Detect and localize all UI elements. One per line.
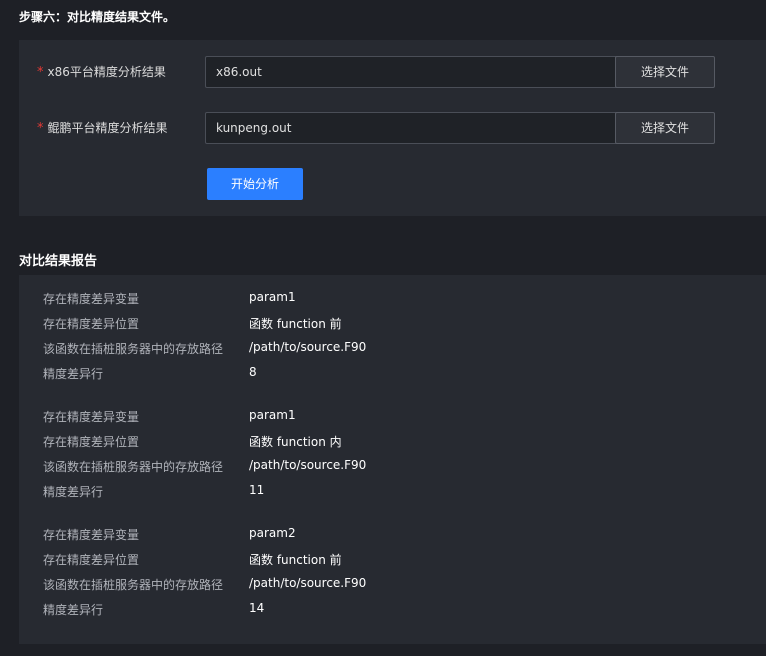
kunpeng-select-file-button[interactable]: 选择文件: [615, 112, 715, 144]
report-item: 精度差异行 14: [19, 597, 766, 622]
report-key: 该函数在插桩服务器中的存放路径: [43, 342, 224, 356]
report-item: 该函数在插桩服务器中的存放路径/path/to/source.F90: [19, 336, 766, 361]
file-select-form: *x86平台精度分析结果 选择文件 *鲲鹏平台精度分析结果 选择文件 开始分析: [19, 40, 766, 216]
x86-result-label: * x86平台精度分析结果: [37, 63, 166, 80]
report-item: 精度差异行 11: [19, 479, 766, 504]
kunpeng-result-label: * 鲲鹏平台精度分析结果: [37, 119, 168, 136]
x86-result-label-text: x86平台精度分析结果: [47, 65, 166, 79]
report-value: param1: [249, 408, 296, 422]
report-item: 存在精度差异变量 param2: [19, 522, 766, 547]
report-group: 存在精度差异变量 param1 存在精度差异位置 函数 function 内 该函数…: [19, 404, 766, 504]
report-item: 存在精度差异位置 函数 function 前: [19, 311, 766, 336]
report-key: 该函数在插桩服务器中的存放路径: [43, 460, 224, 474]
report-group: 存在精度差异变量 param1 存在精度差异位置 函数 function 前 该函数…: [19, 286, 766, 386]
x86-result-row: *x86平台精度分析结果 选择文件: [19, 56, 766, 88]
report-value: 11: [249, 483, 265, 497]
report-item: 该函数在插桩服务器中的存放路径/path/to/source.F90: [19, 572, 766, 597]
report-key: 存在精度差异位置: [43, 317, 140, 331]
report-key: 存在精度差异位置: [43, 553, 140, 567]
report-key: 存在精度差异变量: [43, 528, 140, 542]
report-value: param2: [249, 526, 296, 540]
report-value: 8: [249, 365, 257, 379]
report-item: 存在精度差异位置 函数 function 前: [19, 547, 766, 572]
report-panel: 存在精度差异变量 param1 存在精度差异位置 函数 function 前 该函数…: [19, 275, 766, 644]
report-value: param1: [249, 290, 296, 304]
start-analysis-button[interactable]: 开始分析: [207, 168, 303, 200]
report-key: 精度差异行: [43, 485, 104, 499]
report-value: /path/to/source.F90: [249, 576, 367, 590]
kunpeng-result-row: *鲲鹏平台精度分析结果 选择文件: [19, 112, 766, 144]
report-key: 存在精度差异变量: [43, 410, 140, 424]
report-item: 存在精度差异变量 param1: [19, 404, 766, 429]
report-group: 存在精度差异变量 param2 存在精度差异位置 函数 function 前 该函数…: [19, 522, 766, 622]
required-mark: *: [37, 65, 44, 80]
report-value: /path/to/source.F90: [249, 458, 367, 472]
report-item: 精度差异行 8: [19, 361, 766, 386]
report-key: 该函数在插桩服务器中的存放路径: [43, 578, 224, 592]
report-title: 对比结果报告: [19, 254, 98, 269]
x86-select-file-button[interactable]: 选择文件: [615, 56, 715, 88]
report-item: 该函数在插桩服务器中的存放路径/path/to/source.F90: [19, 454, 766, 479]
step-title: 步骤六：对比精度结果文件。: [19, 10, 176, 24]
report-key: 存在精度差异变量: [43, 292, 140, 306]
report-value: 函数 function 前: [249, 553, 342, 567]
report-item: 存在精度差异变量 param1: [19, 286, 766, 311]
report-value: /path/to/source.F90: [249, 340, 367, 354]
kunpeng-result-label-text: 鲲鹏平台精度分析结果: [47, 121, 168, 135]
report-value: 函数 function 内: [249, 435, 342, 449]
kunpeng-result-input[interactable]: [205, 112, 625, 144]
report-value: 函数 function 前: [249, 317, 342, 331]
report-value: 14: [249, 601, 265, 615]
report-key: 存在精度差异位置: [43, 435, 140, 449]
x86-result-input[interactable]: [205, 56, 625, 88]
report-key: 精度差异行: [43, 367, 104, 381]
required-mark: *: [37, 121, 44, 136]
report-key: 精度差异行: [43, 603, 104, 617]
report-item: 存在精度差异位置 函数 function 内: [19, 429, 766, 454]
